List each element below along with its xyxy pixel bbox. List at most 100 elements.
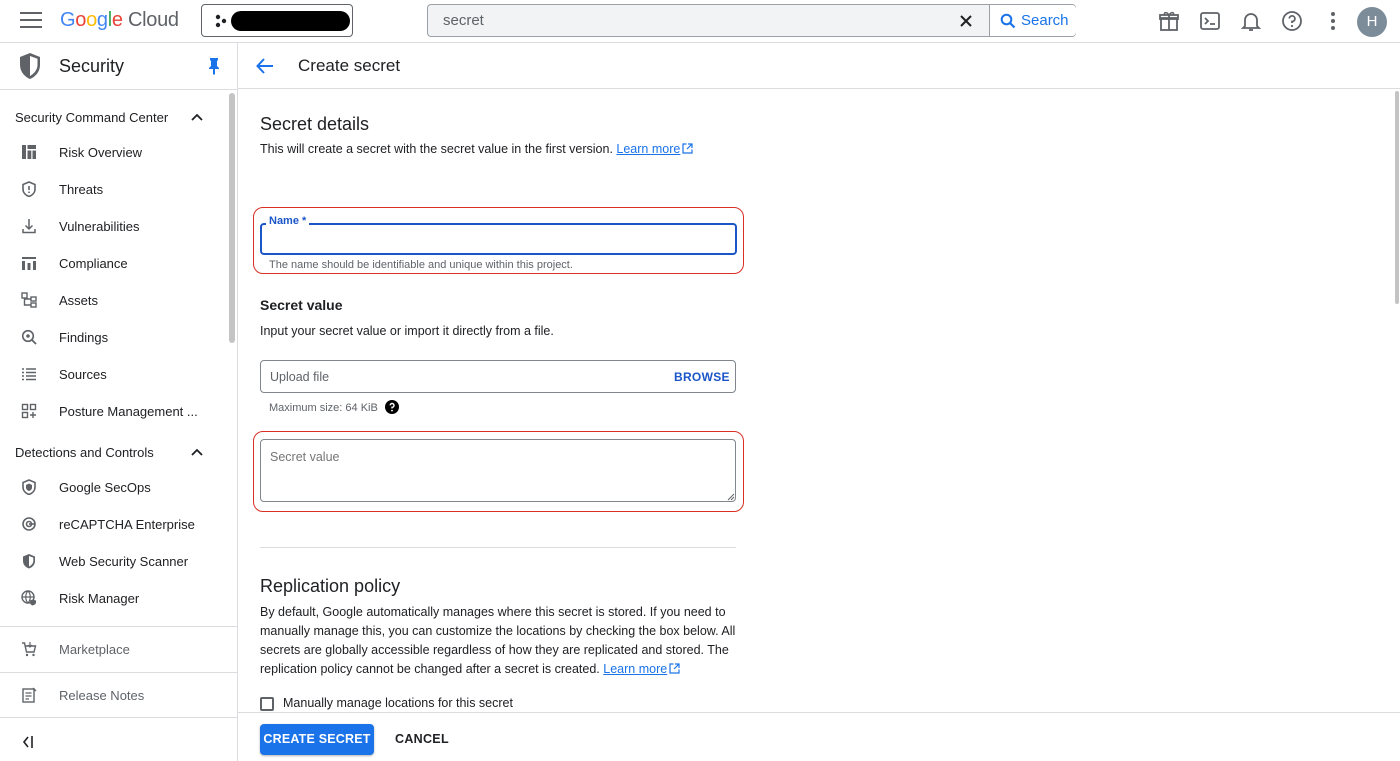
replication-policy-description: By default, Google automatically manages… xyxy=(260,603,740,679)
sidebar-item-risk-overview[interactable]: Risk Overview xyxy=(0,134,228,170)
sidebar-item-label: Posture Management ... xyxy=(59,404,198,419)
shield-half-icon xyxy=(23,554,35,569)
secret-value-description: Input your secret value or import it dir… xyxy=(260,324,554,338)
google-cloud-logo[interactable]: Google Cloud xyxy=(60,9,179,32)
sidebar-item-label: Risk Overview xyxy=(59,145,143,160)
replication-line: By default, Google automatically manages… xyxy=(260,605,726,619)
bell-icon[interactable] xyxy=(1240,10,1262,32)
cloud-shell-icon[interactable] xyxy=(1199,10,1221,32)
replication-line: secrets are globally accessible regardle… xyxy=(260,643,729,657)
top-bar: Google Cloud Search H xyxy=(0,0,1400,43)
sidebar-item-risk-manager[interactable]: Risk Manager xyxy=(0,580,228,616)
section-detections-and-controls[interactable]: Detections and Controls xyxy=(15,445,215,460)
form-footer: CREATE SECRET CANCEL xyxy=(238,712,1400,761)
section-label: Security Command Center xyxy=(15,110,169,125)
name-field[interactable] xyxy=(260,223,737,255)
upload-file-field[interactable]: Upload file BROWSE xyxy=(260,360,736,393)
redacted-project-name xyxy=(231,11,350,31)
resize-handle-icon[interactable] xyxy=(727,493,735,501)
search-button-label: Search xyxy=(1021,12,1069,29)
main-menu-icon[interactable] xyxy=(20,12,42,30)
create-secret-button[interactable]: CREATE SECRET xyxy=(260,724,374,755)
sidebar-item-marketplace[interactable]: Marketplace xyxy=(0,626,237,671)
cancel-button[interactable]: CANCEL xyxy=(395,732,449,746)
sidebar-item-findings[interactable]: Findings xyxy=(0,319,228,355)
collapse-left-icon xyxy=(22,736,33,748)
section-label: Detections and Controls xyxy=(15,445,154,460)
secret-value-field[interactable] xyxy=(260,439,736,502)
search-button[interactable]: Search xyxy=(989,5,1076,36)
project-dots-icon xyxy=(215,14,227,28)
browse-button[interactable]: BROWSE xyxy=(674,370,730,384)
name-input[interactable] xyxy=(262,225,735,253)
dashboard-icon xyxy=(22,145,36,159)
list-icon xyxy=(22,368,36,381)
back-arrow-icon[interactable] xyxy=(255,56,275,76)
learn-more-link[interactable]: Learn more xyxy=(603,662,667,676)
sidebar-item-label: reCAPTCHA Enterprise xyxy=(59,517,195,532)
search-input[interactable] xyxy=(428,5,948,36)
sidebar-item-threats[interactable]: Threats xyxy=(0,171,228,207)
sidebar-item-label: Compliance xyxy=(59,256,128,271)
shield-alert-icon xyxy=(22,181,36,197)
sidebar-item-label: Web Security Scanner xyxy=(59,554,189,569)
main-scrollbar[interactable] xyxy=(1395,91,1399,304)
external-link-icon xyxy=(682,143,693,154)
more-vert-icon[interactable] xyxy=(1322,10,1344,32)
manual-locations-label[interactable]: Manually manage locations for this secre… xyxy=(283,696,513,710)
search-bar: Search xyxy=(427,4,1076,37)
gift-icon[interactable] xyxy=(1158,10,1180,32)
help-icon[interactable] xyxy=(1281,10,1303,32)
sidebar-item-label: Vulnerabilities xyxy=(59,219,140,234)
shield-outline-icon xyxy=(22,479,36,495)
secret-details-heading: Secret details xyxy=(260,114,370,134)
bar-chart-icon xyxy=(22,257,36,270)
page-header: Create secret xyxy=(238,43,1400,89)
collapse-sidebar-button[interactable] xyxy=(0,717,237,761)
main-content: Create secret Secret details This will c… xyxy=(238,43,1400,761)
help-circle-icon[interactable] xyxy=(385,400,399,414)
sidebar-title: Security xyxy=(59,56,125,76)
sidebar-item-label: Threats xyxy=(59,182,104,197)
sidebar-nav: Security Command Center Risk Overview Th… xyxy=(0,90,237,626)
sidebar-item-label: Risk Manager xyxy=(59,591,140,606)
section-security-command-center[interactable]: Security Command Center xyxy=(15,110,215,125)
sidebar-item-recaptcha-enterprise[interactable]: reCAPTCHA Enterprise xyxy=(0,506,228,542)
sidebar-item-compliance[interactable]: Compliance xyxy=(0,245,228,281)
sidebar-item-assets[interactable]: Assets xyxy=(0,282,228,318)
secret-value-heading: Secret value xyxy=(260,297,343,313)
manual-locations-checkbox[interactable] xyxy=(260,697,274,711)
name-field-label: Name * xyxy=(266,215,310,227)
chevron-up-icon xyxy=(191,448,203,456)
project-picker[interactable] xyxy=(201,4,353,37)
replication-policy-heading: Replication policy xyxy=(260,576,401,596)
sidebar-item-vulnerabilities[interactable]: Vulnerabilities xyxy=(0,208,228,244)
close-icon[interactable] xyxy=(956,11,976,31)
notes-icon xyxy=(22,687,37,703)
security-shield-icon xyxy=(20,53,40,79)
sidebar-item-google-secops[interactable]: Google SecOps xyxy=(0,469,228,505)
sidebar-item-release-notes[interactable]: Release Notes xyxy=(0,672,237,717)
avatar[interactable]: H xyxy=(1357,7,1387,37)
sidebar-scrollbar[interactable] xyxy=(229,93,235,343)
search-icon xyxy=(1000,13,1016,28)
download-icon xyxy=(22,219,36,234)
description-text: This will create a secret with the secre… xyxy=(260,142,613,156)
sidebar-item-label: Release Notes xyxy=(59,688,145,703)
page-title: Create secret xyxy=(298,56,401,75)
cart-icon xyxy=(22,642,37,657)
max-size-hint: Maximum size: 64 KiB xyxy=(269,402,378,414)
upload-file-placeholder: Upload file xyxy=(270,370,330,384)
replication-line-text: replication policy cannot be changed aft… xyxy=(260,662,600,676)
sidebar: Security Security Command Center Risk Ov… xyxy=(0,43,238,761)
sidebar-item-web-security-scanner[interactable]: Web Security Scanner xyxy=(0,543,228,579)
pin-icon[interactable] xyxy=(206,57,222,75)
secret-details-description: This will create a secret with the secre… xyxy=(260,140,693,159)
section-divider xyxy=(260,547,736,548)
sidebar-item-label: Sources xyxy=(59,367,107,382)
sidebar-item-posture-management[interactable]: Posture Management ... xyxy=(0,393,228,429)
learn-more-link[interactable]: Learn more xyxy=(616,142,680,156)
secret-value-textarea[interactable] xyxy=(261,440,735,501)
sidebar-item-sources[interactable]: Sources xyxy=(0,356,228,392)
replication-line: manually manage this, you can customize … xyxy=(260,624,736,638)
